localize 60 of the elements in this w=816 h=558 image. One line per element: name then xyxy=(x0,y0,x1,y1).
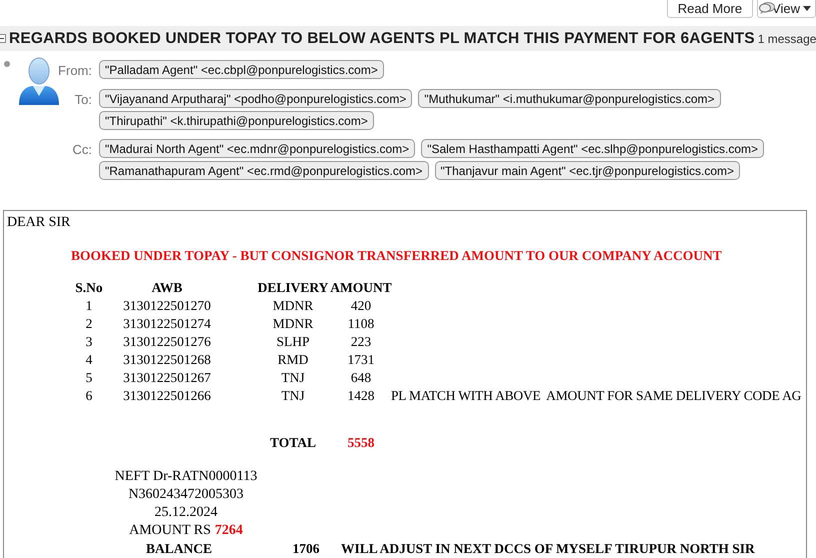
table-cell: 1 xyxy=(86,297,92,315)
collapse-icon[interactable] xyxy=(0,34,6,43)
status-dot xyxy=(4,61,10,67)
amount-value: 7264 xyxy=(214,522,243,540)
total-value: 5558 xyxy=(348,434,374,452)
table-cell: 4 xyxy=(86,351,92,369)
column-header: S.No xyxy=(75,279,103,297)
balance-value: 1706 xyxy=(292,540,320,558)
row-note: PL MATCH WITH ABOVE AMOUNT FOR SAME DELIVERY CODE AG xyxy=(390,387,802,405)
table-cell: TNJ xyxy=(281,387,305,405)
table-cell: 2 xyxy=(86,315,92,333)
payment-detail: N360243472005303 xyxy=(128,486,244,504)
address-chip[interactable]: "Thanjavur main Agent" <ec.tjr@ponpurelogistics.com> xyxy=(434,161,740,180)
table-cell: MDNR xyxy=(272,315,314,333)
address-chip[interactable]: "Thirupathi" <k.thirupathi@ponpurelogistics.com> xyxy=(99,111,374,130)
table-cell: 3 xyxy=(86,333,92,351)
table-cell: SLHP xyxy=(276,333,310,351)
address-chip[interactable]: "Salem Hasthampatti Agent" <ec.slhp@ponpurelogistics.com> xyxy=(421,139,764,158)
address-chip[interactable]: "Vijayanand Arputharaj" <podho@ponpurelogistics.com> xyxy=(99,89,412,108)
table-cell: 3130122501267 xyxy=(123,369,211,387)
balance-note: WILL ADJUST IN NEXT DCCS OF MYSELF TIRUPUR NORTH SIR xyxy=(341,540,755,558)
table-cell: TNJ xyxy=(281,369,305,387)
read-more-button[interactable]: Read More xyxy=(666,0,754,18)
amount-label: AMOUNT RS xyxy=(129,522,211,540)
total-label: TOTAL xyxy=(270,434,316,452)
table-cell: 3130122501266 xyxy=(123,387,211,405)
address-chip[interactable]: "Palladam Agent" <ec.cbpl@ponpurelogistics.com> xyxy=(99,60,384,79)
table-cell: 1731 xyxy=(348,351,374,369)
address-chip[interactable]: "Ramanathapuram Agent" <ec.rmd@ponpurelogistics.com> xyxy=(99,161,429,180)
payment-detail: NEFT Dr-RATN0000113 xyxy=(114,468,258,486)
column-header: DELIVERY xyxy=(258,279,328,297)
table-cell: 3130122501268 xyxy=(123,351,211,369)
table-cell: 648 xyxy=(350,369,372,387)
user-avatar-icon xyxy=(18,56,60,106)
column-header: AMOUNT xyxy=(330,279,392,297)
payment-detail: 25.12.2024 xyxy=(154,504,218,522)
table-cell: 5 xyxy=(86,369,92,387)
table-cell: MDNR xyxy=(272,297,314,315)
message-count: 1 message xyxy=(758,32,816,46)
header-label: To: xyxy=(74,91,93,109)
table-cell: 6 xyxy=(86,387,92,405)
table-cell: 1108 xyxy=(348,315,374,333)
address-chip[interactable]: "Muthukumar" <i.muthukumar@ponpurelogistics.com> xyxy=(418,89,720,108)
table-cell: 3130122501274 xyxy=(123,315,211,333)
speech-bubble-icon xyxy=(759,1,776,15)
caret-icon xyxy=(803,6,811,10)
table-cell: RMD xyxy=(278,351,308,369)
table-cell: 3130122501276 xyxy=(123,333,211,351)
header-label: Cc: xyxy=(72,141,93,159)
greeting-text: DEAR SIR xyxy=(7,215,70,230)
heading-text: BOOKED UNDER TOPAY - BUT CONSIGNOR TRANSFERRED AMOUNT TO OUR COMPANY ACCOUNT xyxy=(71,247,723,265)
address-chip[interactable]: "Madurai North Agent" <ec.mdnr@ponpurelogistics.com> xyxy=(99,139,416,158)
header-label: From: xyxy=(58,62,93,80)
table-cell: 223 xyxy=(350,333,372,351)
table-cell: 3130122501270 xyxy=(123,297,211,315)
subject-title: REGARDS BOOKED UNDER TOPAY TO BELOW AGENTS PL MATCH THIS PAYMENT FOR 6AGENTS xyxy=(9,30,755,48)
column-header: AWB xyxy=(152,279,182,297)
table-cell: 1428 xyxy=(348,387,374,405)
balance-label: BALANCE xyxy=(146,540,212,558)
table-cell: 420 xyxy=(350,297,372,315)
